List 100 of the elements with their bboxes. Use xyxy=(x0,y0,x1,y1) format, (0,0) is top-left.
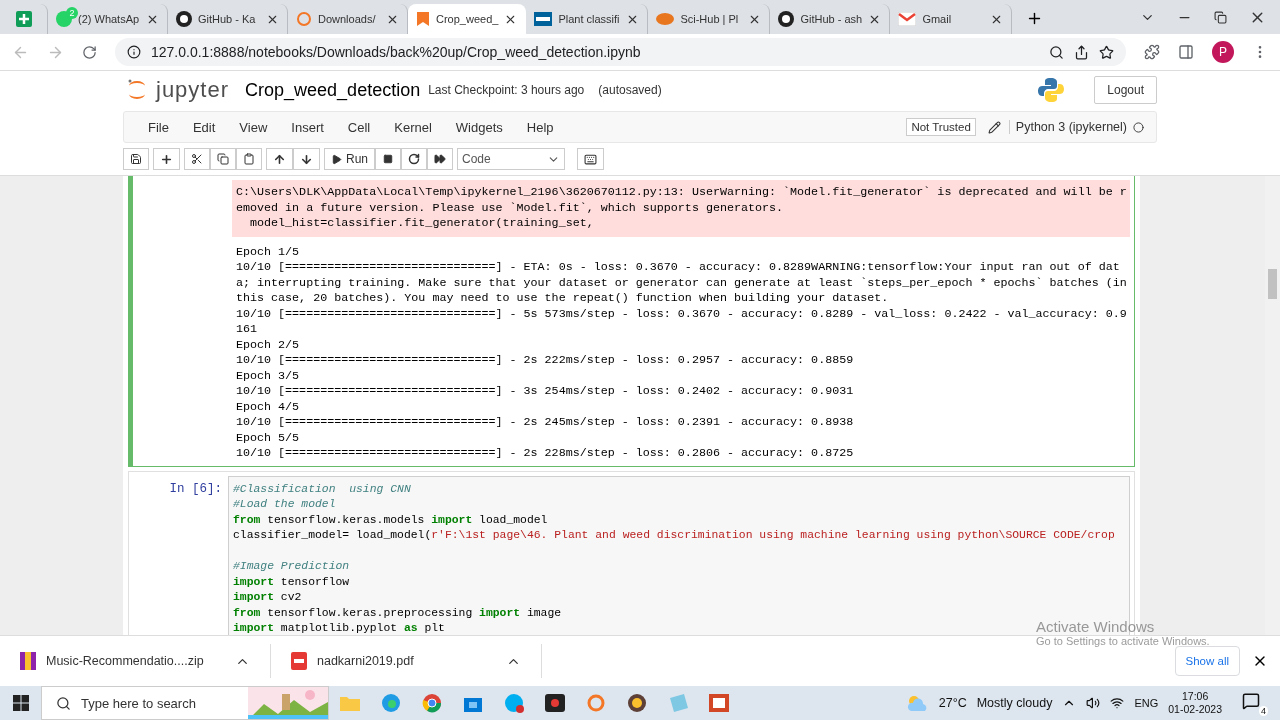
output-line: Epoch 4/5 xyxy=(236,399,300,415)
cell-prompt: In [6]: xyxy=(168,480,223,498)
menu-item[interactable]: Kernel xyxy=(382,119,444,135)
menu-item[interactable]: Cell xyxy=(335,119,383,135)
plus-icon xyxy=(160,152,173,166)
arrow-up-icon xyxy=(273,152,286,166)
activation-title: Activate Windows xyxy=(1036,618,1156,635)
circle-icon[interactable] xyxy=(421,693,442,713)
menu-item[interactable]: Help xyxy=(514,119,566,135)
checkpoint-text: Last Checkpoint: 3 hours ago xyxy=(428,83,585,97)
bookmark-icon xyxy=(416,11,430,27)
output-line: 10/10 [==============================] - 2s 222ms/step - loss: 0.2957 - accuracy: 0.8859 xyxy=(236,353,854,369)
show-all-button[interactable]: Show all xyxy=(1174,646,1240,676)
save-icon xyxy=(130,153,142,165)
output-line: Epoch 3/5 xyxy=(236,368,300,384)
cut-button[interactable] xyxy=(184,148,210,170)
menu-item[interactable]: Insert xyxy=(279,119,336,135)
output-line: 10/10 [==============================] - ETA: 0s - loss: 0.3670 - accuracy: 0.8289WARNING:tensorflow:Your input ran out of dat xyxy=(236,260,1120,276)
windows-icon[interactable] xyxy=(12,695,29,711)
pencil-icon[interactable] xyxy=(987,120,1001,134)
puzzle-icon[interactable] xyxy=(1144,44,1160,60)
restart-button[interactable] xyxy=(401,148,427,170)
language-indicator[interactable]: ENG xyxy=(1134,697,1159,709)
share-icon[interactable] xyxy=(1074,44,1089,60)
code-line: classifier_model= load_model(r'F:\1st page\46. Plant and weed discrimination using machine learning using python\SOURCE CODE/crop xyxy=(233,528,1115,543)
code-line: import matplotlib.pyplot as plt xyxy=(233,621,445,635)
menu-item[interactable]: Edit xyxy=(180,119,228,135)
clock[interactable]: 17:06 01-02-2023 xyxy=(1168,690,1222,716)
move-up-button[interactable] xyxy=(266,148,293,170)
clipboard-icon xyxy=(243,153,255,165)
trust-button[interactable]: Not Trusted xyxy=(906,118,976,136)
play-icon xyxy=(331,153,342,165)
fast-forward-button[interactable] xyxy=(427,148,453,170)
keyboard-icon xyxy=(584,152,597,166)
stop-button[interactable] xyxy=(375,148,401,170)
run-button[interactable]: Run xyxy=(324,148,375,170)
slides-icon[interactable] xyxy=(708,694,729,712)
output-line: 161 xyxy=(236,322,258,338)
save-button[interactable] xyxy=(123,148,149,170)
output-line: a; interrupting training. Make sure that your dataset or generator can generate at least `steps_per_epoch * epochs` batches (in xyxy=(236,275,1127,291)
add-cell-button[interactable] xyxy=(153,148,180,170)
output-line: this case, 20 batches). You may need to use the repeat() function when building your dataset. xyxy=(236,291,889,307)
emblem-icon[interactable] xyxy=(626,693,647,713)
count-badge: 2 xyxy=(66,7,78,19)
side-panel-icon[interactable] xyxy=(1178,44,1194,60)
kernel-name: Python 3 (ipykernel) xyxy=(1008,120,1127,134)
ring-icon xyxy=(296,11,312,27)
arrow-down-icon xyxy=(300,152,313,166)
output-line: Epoch 1/5 xyxy=(236,244,300,260)
stop-icon xyxy=(383,154,393,164)
output-cell[interactable] xyxy=(128,176,1135,467)
code-line: import cv2 xyxy=(233,590,302,605)
cell-type-select[interactable]: Code xyxy=(457,148,565,170)
output-line: 10/10 [==============================] - 2s 245ms/step - loss: 0.2391 - accuracy: 0.8938 xyxy=(236,415,854,431)
keyboard-button[interactable] xyxy=(577,148,604,170)
fast-forward-icon xyxy=(434,153,446,165)
weather-text: Mostly cloudy xyxy=(976,696,1053,710)
code-line: #Image Prediction xyxy=(233,559,350,574)
logo-icon xyxy=(656,13,675,25)
address-field[interactable]: 127.0.0.1:8888/notebooks/Downloads/back%20up/Crop_weed_detection.ipynb xyxy=(115,38,1126,66)
cloud-icon xyxy=(906,695,929,711)
code-line: from tensorflow.keras.preprocessing import image xyxy=(233,605,562,621)
spreadsheet-icon xyxy=(16,11,32,27)
speaker-icon[interactable] xyxy=(1086,696,1101,710)
reload-icon[interactable] xyxy=(82,44,97,60)
temperature-text: 27°C xyxy=(938,696,967,710)
warning-output: C:\Users\DLK\AppData\Local\Temp\ipykernel_2196\3620670112.py:13: UserWarning: `Model.fit_generator` is deprecated and will be r emoved in a future version. Please use `Model.fit`, which supports generators. model_hist=classifier.fit_generator(training_set, xyxy=(232,180,1130,237)
archive-icon xyxy=(20,652,36,670)
notification-button[interactable]: 4 xyxy=(1242,690,1268,716)
code-line: import tensorflow xyxy=(233,574,350,590)
search-icon[interactable] xyxy=(1049,44,1064,60)
restore-icon[interactable] xyxy=(1214,10,1227,24)
logout-button[interactable]: Logout xyxy=(1094,76,1157,104)
menu-item[interactable]: File xyxy=(136,119,181,135)
envelope-icon xyxy=(898,12,917,26)
output-line: 10/10 [==============================] - 2s 228ms/step - loss: 0.2806 - accuracy: 0.8725 xyxy=(236,446,854,462)
output-line: Epoch 2/5 xyxy=(236,337,300,353)
output-line: 10/10 [==============================] - 3s 254ms/step - loss: 0.2402 - accuracy: 0.9031 xyxy=(236,384,854,400)
autosave-text: (autosaved) xyxy=(598,83,662,97)
kernel-status-icon xyxy=(1133,121,1144,133)
profile-avatar[interactable]: P xyxy=(1212,41,1234,63)
paste-button[interactable] xyxy=(236,148,262,170)
search-placeholder: Type here to search xyxy=(81,695,197,711)
download-item[interactable]: Music-Recommendatio....zip xyxy=(0,644,271,678)
download-item[interactable]: nadkarni2019.pdf xyxy=(271,644,542,678)
move-down-button[interactable] xyxy=(293,148,320,170)
logo-icon xyxy=(534,12,553,26)
menu-item[interactable]: Widgets xyxy=(443,119,515,135)
logo-text: jupyter xyxy=(156,77,230,103)
menu-item[interactable]: View xyxy=(227,119,280,135)
info-icon xyxy=(127,45,141,59)
taskbar-search-field[interactable]: Type here to search xyxy=(41,686,329,720)
notebook-name[interactable]: Crop_weed_detection xyxy=(245,79,421,101)
network-icon[interactable] xyxy=(1110,696,1125,710)
logo-icon xyxy=(126,78,148,102)
scissors-icon xyxy=(191,153,203,165)
browser-tab[interactable]: Crop_weed_ xyxy=(408,4,527,34)
star-icon[interactable] xyxy=(1099,44,1114,60)
output-line: Epoch 5/5 xyxy=(236,430,300,446)
activation-hint: Go to Settings to activate Windows. xyxy=(1036,635,1210,647)
